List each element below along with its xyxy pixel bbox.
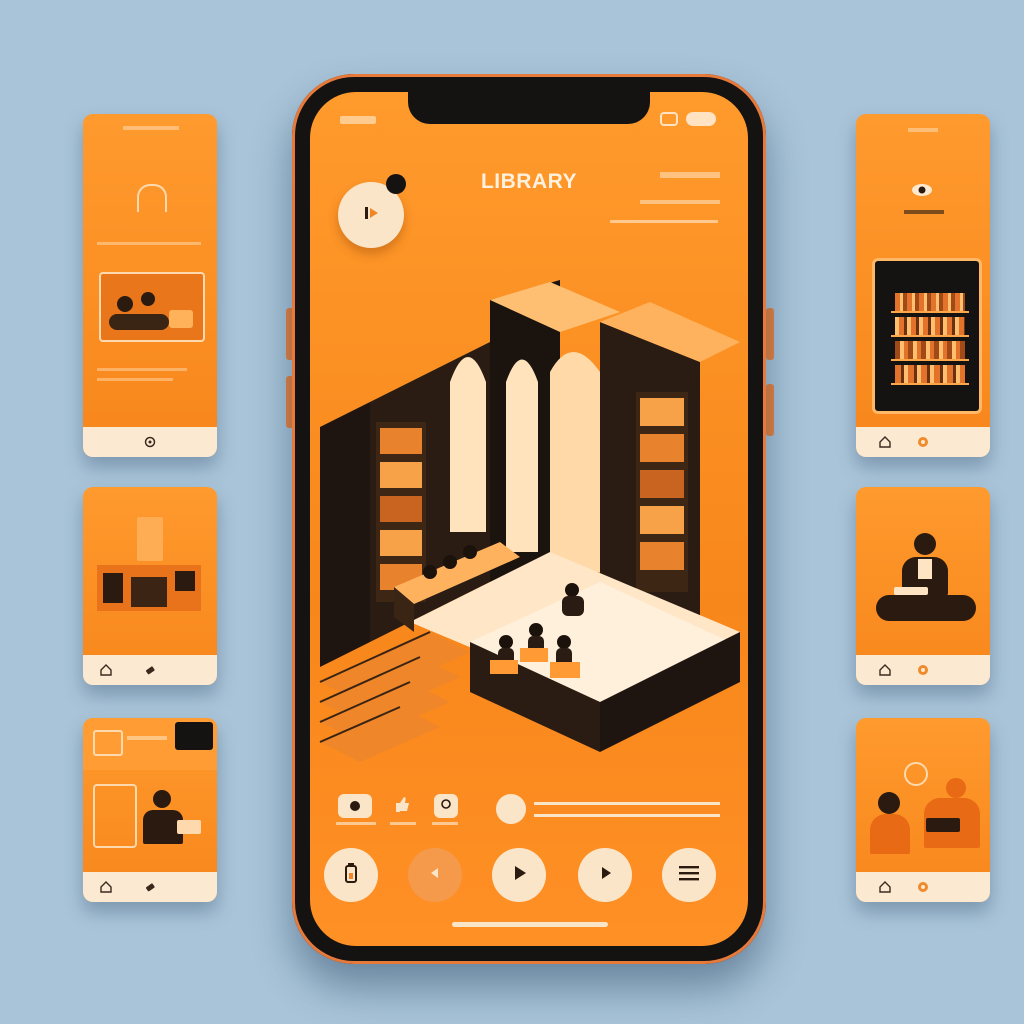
record-indicator: [386, 174, 406, 194]
record-icon[interactable]: [916, 663, 930, 677]
signal-icon: [660, 112, 678, 126]
card-footer: [856, 655, 990, 685]
slider-track: [534, 802, 720, 805]
home-indicator[interactable]: [452, 922, 608, 927]
card-subtitle: [904, 210, 944, 214]
phone-screen: LIBRARY: [310, 92, 748, 946]
card-header-text: [908, 128, 938, 132]
bookmark-icon: [440, 797, 452, 815]
card-header-text: [123, 126, 179, 130]
slider-knob[interactable]: [496, 794, 526, 824]
library-illustration: [319, 280, 740, 762]
bookmark-icon[interactable]: [143, 880, 157, 894]
like-button[interactable]: [390, 794, 414, 818]
home-icon[interactable]: [878, 880, 892, 894]
home-icon[interactable]: [878, 435, 892, 449]
settings-icon[interactable]: [143, 435, 157, 449]
card-footer: [83, 655, 217, 685]
bookmark-label: [432, 822, 458, 825]
next-icon: [596, 864, 614, 887]
thumbs-up-icon: [392, 794, 412, 819]
battery-button[interactable]: [324, 848, 378, 902]
screen-card-right-3[interactable]: [856, 718, 990, 902]
home-icon[interactable]: [99, 880, 113, 894]
menu-button[interactable]: [662, 848, 716, 902]
battery-icon: [686, 112, 716, 126]
battery-icon: [344, 862, 358, 889]
screen-card-right-2[interactable]: [856, 487, 990, 685]
phone-side-button-right-2: [766, 384, 774, 436]
screen-card-left-3[interactable]: [83, 718, 217, 902]
card-people-illustration: [864, 748, 984, 862]
card-footer: [83, 872, 217, 902]
play-icon: [509, 863, 529, 888]
card-text-lines-2: [97, 378, 173, 381]
card-bookshelf-illustration: [872, 258, 982, 414]
card-building-illustration: [97, 517, 201, 623]
previous-icon: [427, 865, 443, 886]
card-building-illustration: [137, 184, 167, 212]
record-icon[interactable]: [916, 880, 930, 894]
toggle-label: [336, 822, 376, 825]
phone-side-button-right: [766, 308, 774, 360]
like-label: [390, 822, 416, 825]
card-reading-illustration: [93, 784, 207, 854]
menu-icon: [678, 864, 700, 887]
card-reading-illustration: [99, 272, 205, 342]
card-text-lines: [97, 368, 187, 371]
screen-card-right-1[interactable]: [856, 114, 990, 457]
card-reading-illustration: [866, 533, 980, 631]
toggle-button[interactable]: [338, 794, 372, 818]
card-footer: [856, 427, 990, 457]
bookmark-icon[interactable]: [143, 663, 157, 677]
home-icon[interactable]: [99, 663, 113, 677]
status-bar-left: [340, 116, 376, 124]
play-button[interactable]: [492, 848, 546, 902]
header-info-lines-2: [640, 200, 720, 204]
screen-card-left-1[interactable]: [83, 114, 217, 457]
previous-button[interactable]: [408, 848, 462, 902]
bookmark-button[interactable]: [434, 794, 458, 818]
phone-notch: [408, 92, 650, 124]
card-footer: [83, 427, 217, 457]
phone-frame: LIBRARY: [292, 74, 766, 964]
card-footer: [856, 872, 990, 902]
card-divider: [97, 242, 201, 245]
screen-card-left-2[interactable]: [83, 487, 217, 685]
next-button[interactable]: [578, 848, 632, 902]
record-icon[interactable]: [916, 435, 930, 449]
header-info-lines: [660, 172, 720, 178]
slider-track-2: [534, 814, 720, 817]
card-top-bar: [83, 718, 217, 770]
eye-icon: [910, 182, 934, 203]
home-icon[interactable]: [878, 663, 892, 677]
progress-slider[interactable]: [496, 794, 722, 824]
